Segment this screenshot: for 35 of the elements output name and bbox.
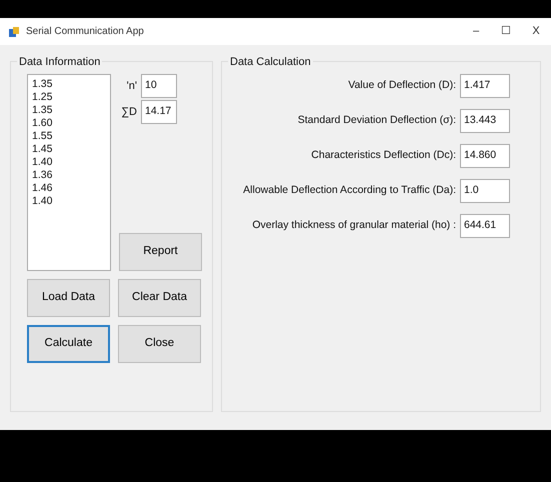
list-item[interactable]: 1.40: [32, 156, 106, 169]
button[interactable]: Close: [118, 325, 201, 363]
list-item[interactable]: 1.35: [32, 78, 106, 91]
field-label: Value of Deflection (D):: [348, 78, 456, 94]
field-label: ∑D: [120, 104, 137, 120]
button[interactable]: Report: [119, 233, 202, 271]
text-field[interactable]: 644.61: [460, 214, 510, 238]
list-item[interactable]: 1.45: [32, 143, 106, 156]
button[interactable]: Load Data: [27, 279, 110, 317]
list-item[interactable]: 1.55: [32, 130, 106, 143]
window-maximize-button[interactable]: ☐: [491, 23, 521, 40]
list-item[interactable]: 1.46: [32, 182, 106, 195]
window-minimize-button[interactable]: –: [461, 23, 491, 40]
list-item[interactable]: 1.35: [32, 104, 106, 117]
text-field[interactable]: 1.0: [460, 179, 510, 203]
field-label: 'n': [126, 78, 137, 94]
window-title: Serial Communication App: [26, 25, 144, 39]
field-label: Standard Deviation Deflection (σ):: [298, 113, 456, 128]
button[interactable]: Clear Data: [118, 279, 201, 317]
list-item[interactable]: 1.36: [32, 169, 106, 182]
field-label: Allowable Deflection According to Traffic (Da):: [243, 183, 456, 198]
list-item[interactable]: 1.40: [32, 195, 106, 208]
text-field[interactable]: 13.443: [460, 109, 510, 133]
window-close-button[interactable]: X: [521, 23, 551, 40]
text-field[interactable]: 10: [141, 74, 177, 98]
data-list[interactable]: 1.35 1.25 1.35 1.60 1.55 1.45 1.40 1.36 1.46 1.40: [27, 74, 111, 271]
field-label: Characteristics Deflection (Dc):: [311, 148, 456, 164]
list-item[interactable]: 1.60: [32, 117, 106, 130]
text-field[interactable]: 1.417: [460, 74, 510, 98]
list-item[interactable]: 1.25: [32, 91, 106, 104]
app-icon: [8, 26, 20, 38]
field-label: Overlay thickness of granular material (ho) :: [252, 218, 456, 234]
text-field[interactable]: 14.860: [460, 144, 510, 168]
button[interactable]: Calculate: [27, 325, 110, 363]
text-field[interactable]: 14.17: [141, 100, 177, 124]
